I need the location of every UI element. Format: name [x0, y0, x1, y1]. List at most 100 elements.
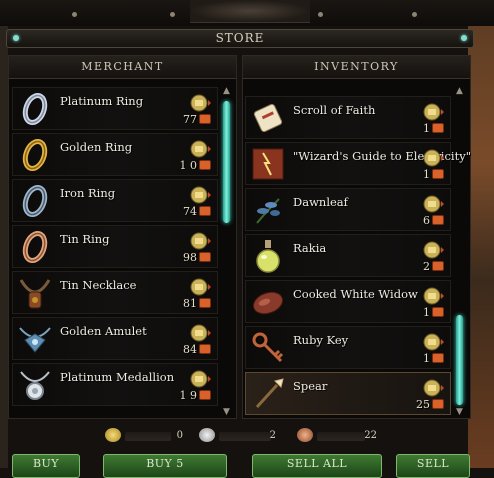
merchant-scrollbar[interactable]: ▲ ▼: [222, 87, 231, 417]
sell-coin-icon[interactable]: [422, 148, 444, 168]
item-name: Scroll of Faith: [293, 103, 376, 117]
merchant-item[interactable]: Tin Necklace 81: [12, 271, 218, 314]
buy-coin-icon[interactable]: [189, 185, 211, 205]
item-name: Golden Ring: [60, 140, 133, 154]
item-price: 6: [423, 214, 430, 227]
merchant-item[interactable]: Golden Ring 1 0: [12, 133, 218, 176]
silver-amount: 2: [269, 430, 276, 441]
merchant-item[interactable]: Platinum Ring 77: [12, 87, 218, 130]
item-price: 98: [183, 251, 197, 264]
top-ornament: [0, 0, 494, 26]
inventory-item[interactable]: Dawnleaf 6: [245, 188, 451, 231]
inventory-item[interactable]: Rakia 2: [245, 234, 451, 277]
price-marker-icon: [199, 114, 211, 124]
sell-coin-icon[interactable]: [422, 332, 444, 352]
merchant-item[interactable]: Platinum Medallion 1 9: [12, 363, 218, 406]
item-price: 74: [183, 205, 197, 218]
sell-coin-icon[interactable]: [422, 102, 444, 122]
buy-coin-icon[interactable]: [189, 231, 211, 251]
potion-bottle-icon: [249, 237, 287, 275]
sell-coin-icon[interactable]: [422, 194, 444, 214]
price-marker-icon: [199, 206, 211, 216]
price-marker-icon: [432, 307, 444, 317]
buy-coin-icon[interactable]: [189, 93, 211, 113]
item-name: Iron Ring: [60, 186, 116, 200]
item-price: 1: [423, 306, 430, 319]
tin-necklace-icon: [16, 274, 54, 312]
inventory-panel: INVENTORY Scroll of Faith 1 "Wizard's Gu…: [242, 55, 471, 419]
gold-amount: 0: [176, 430, 183, 441]
buy-coin-icon[interactable]: [189, 369, 211, 389]
item-name: Cooked White Widow: [293, 287, 418, 301]
silver-coin-icon: [199, 428, 215, 442]
item-name: Spear: [293, 379, 328, 393]
merchant-item[interactable]: Golden Amulet 84: [12, 317, 218, 360]
scroll-up-icon[interactable]: ▲: [454, 87, 465, 96]
inventory-item[interactable]: Cooked White Widow 1: [245, 280, 451, 323]
scroll-down-icon[interactable]: ▼: [221, 408, 232, 417]
scroll-down-icon[interactable]: ▼: [454, 408, 465, 417]
tin-ring-icon: [16, 228, 54, 266]
price-marker-icon: [432, 261, 444, 271]
price-marker-icon: [432, 215, 444, 225]
buy-coin-icon[interactable]: [189, 139, 211, 159]
copper-track: [317, 432, 365, 441]
inventory-scrollbar[interactable]: ▲ ▼: [455, 87, 464, 417]
left-frame: [0, 0, 8, 468]
key-icon: [249, 329, 287, 367]
inventory-item[interactable]: Scroll of Faith 1: [245, 96, 451, 139]
price-marker-icon: [432, 123, 444, 133]
inventory-scroll-thumb[interactable]: [456, 315, 463, 405]
item-name: Platinum Medallion: [60, 370, 175, 384]
price-marker-icon: [199, 390, 211, 400]
store-title-bar: STORE: [6, 29, 474, 48]
item-name: Tin Ring: [60, 232, 110, 246]
buy-5-button[interactable]: BUY 5: [103, 454, 227, 478]
silver-balance: 2: [197, 426, 293, 446]
gem-icon: [461, 35, 467, 41]
merchant-item[interactable]: Tin Ring 98: [12, 225, 218, 268]
sell-coin-icon[interactable]: [422, 286, 444, 306]
golden-amulet-icon: [16, 320, 54, 358]
ornament-dot: [318, 12, 323, 17]
copper-coin-icon: [297, 428, 313, 442]
buy-button[interactable]: BUY: [12, 454, 80, 478]
item-name: Golden Amulet: [60, 324, 147, 338]
item-price: 77: [183, 113, 197, 126]
buy-coin-icon[interactable]: [189, 277, 211, 297]
store-title: STORE: [215, 31, 265, 45]
price-marker-icon: [199, 344, 211, 354]
sell-button[interactable]: SELL: [396, 454, 470, 478]
item-name: "Wizard's Guide to Electricity": [293, 149, 472, 163]
sell-all-button[interactable]: SELL ALL: [252, 454, 382, 478]
buy-coin-icon[interactable]: [189, 323, 211, 343]
item-price: 2: [423, 260, 430, 273]
merchant-panel: MERCHANT Platinum Ring 77 Golden Ring 1 …: [8, 55, 237, 419]
price-marker-icon: [432, 353, 444, 363]
book-icon: [249, 145, 287, 183]
gold-track: [125, 432, 171, 441]
price-marker-icon: [199, 298, 211, 308]
gold-coin-icon: [105, 428, 121, 442]
price-marker-icon: [199, 160, 211, 170]
merchant-header: MERCHANT: [9, 56, 236, 79]
inventory-item[interactable]: Ruby Key 1: [245, 326, 451, 369]
inventory-item-selected[interactable]: Spear 25: [245, 372, 451, 415]
gold-balance: 0: [97, 426, 193, 446]
scroll-up-icon[interactable]: ▲: [221, 87, 232, 96]
merchant-item[interactable]: Iron Ring 74: [12, 179, 218, 222]
currency-bar: 0 2 22: [97, 426, 397, 446]
ornament-dot: [170, 12, 175, 17]
inventory-item[interactable]: "Wizard's Guide to Electricity" 1: [245, 142, 471, 185]
sell-coin-icon[interactable]: [422, 378, 444, 398]
merchant-scroll-thumb[interactable]: [223, 101, 230, 223]
price-marker-icon: [199, 252, 211, 262]
copper-amount: 22: [364, 430, 377, 441]
price-marker-icon: [432, 169, 444, 179]
item-price: 1 0: [179, 159, 198, 172]
sell-coin-icon[interactable]: [422, 240, 444, 260]
gem-icon: [13, 35, 19, 41]
platinum-medallion-icon: [16, 366, 54, 404]
ornament-dot: [412, 12, 417, 17]
spear-icon: [249, 375, 287, 413]
